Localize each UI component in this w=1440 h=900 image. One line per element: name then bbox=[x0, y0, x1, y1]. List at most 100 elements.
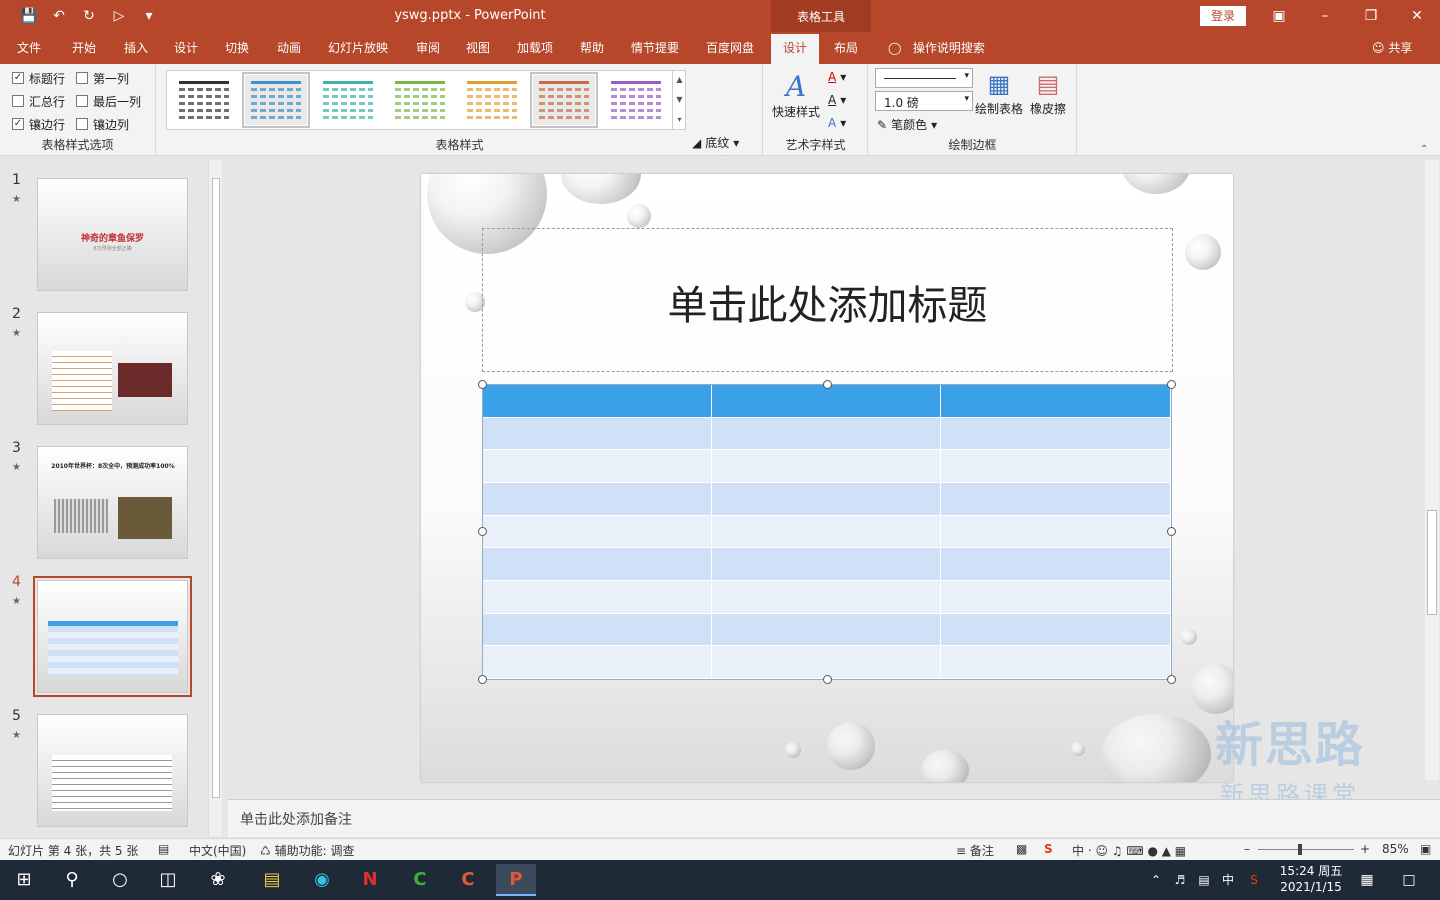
tab-animations[interactable]: 动画 bbox=[267, 32, 311, 64]
table-style-swatch[interactable] bbox=[530, 72, 598, 128]
slide-thumbnail-1[interactable]: 神奇的章鱼保罗 8次预测全部正确 bbox=[37, 178, 188, 291]
tab-view[interactable]: 视图 bbox=[456, 32, 500, 64]
table-cell[interactable] bbox=[483, 385, 712, 417]
green-c-app-icon[interactable]: C bbox=[400, 864, 440, 896]
tab-storyboard[interactable]: 情节提要 bbox=[624, 32, 686, 64]
fit-slide-icon[interactable]: ▣ bbox=[1420, 842, 1431, 856]
table-cell[interactable] bbox=[483, 646, 712, 678]
table-cell[interactable] bbox=[941, 581, 1171, 613]
table-cell[interactable] bbox=[712, 385, 941, 417]
table-cell[interactable] bbox=[941, 613, 1171, 646]
ime-toolbar[interactable]: 中 ‧ ☺ ♫ ⌨ ● ▲ ▦ bbox=[1072, 842, 1186, 859]
notification-badge-icon[interactable]: ▦ bbox=[1352, 864, 1382, 896]
tab-slideshow[interactable]: 幻灯片放映 bbox=[322, 32, 394, 64]
cortana-icon[interactable]: ○ bbox=[100, 864, 140, 896]
resize-handle-top[interactable] bbox=[823, 380, 832, 389]
table-cell[interactable] bbox=[712, 613, 941, 646]
slide-thumbnail-3[interactable]: 2010年世界杯：8次全中，预测成功率100% bbox=[37, 446, 188, 559]
text-fill-button[interactable]: A ▾ bbox=[828, 70, 846, 84]
ime-indicator[interactable]: 中 bbox=[1216, 864, 1240, 896]
powerpoint-taskbar-icon[interactable]: P bbox=[496, 864, 536, 896]
header-row-checkbox[interactable]: ✓ 标题行 bbox=[12, 69, 65, 87]
accessibility-checker[interactable]: ♺ 辅助功能: 调查 bbox=[260, 842, 354, 859]
table-style-swatch[interactable] bbox=[173, 75, 235, 125]
eraser-button[interactable]: ▤ 橡皮擦 bbox=[1030, 70, 1066, 117]
slide-thumbnail-5[interactable] bbox=[37, 714, 188, 827]
file-explorer-icon[interactable]: ▤ bbox=[252, 864, 292, 896]
table-cell[interactable] bbox=[483, 548, 712, 580]
zoom-out-icon[interactable]: – bbox=[1244, 842, 1250, 856]
volume-icon[interactable]: ♬ bbox=[1168, 864, 1192, 896]
action-center-icon[interactable]: □ bbox=[1394, 864, 1424, 896]
slide-scrollbar[interactable] bbox=[1425, 160, 1439, 780]
sogou-ime-icon[interactable]: S bbox=[1044, 842, 1053, 856]
last-column-checkbox[interactable]: 最后一列 bbox=[76, 92, 141, 110]
banded-rows-checkbox[interactable]: ✓ 镶边行 bbox=[12, 115, 65, 133]
resize-handle-bottom[interactable] bbox=[823, 675, 832, 684]
notes-pane[interactable]: 单击此处添加备注 bbox=[228, 799, 1440, 837]
tab-insert[interactable]: 插入 bbox=[114, 32, 158, 64]
tab-design[interactable]: 设计 bbox=[164, 32, 208, 64]
text-outline-button[interactable]: A ▾ bbox=[828, 93, 846, 107]
share-button[interactable]: ☺ 共享 bbox=[1372, 32, 1412, 64]
table-style-swatch[interactable] bbox=[317, 75, 379, 125]
n-app-icon[interactable]: N bbox=[350, 864, 390, 896]
network-icon[interactable]: ▤ bbox=[1192, 864, 1216, 896]
zoom-slider-thumb[interactable] bbox=[1298, 844, 1302, 855]
table-cell[interactable] bbox=[712, 548, 941, 580]
close-icon[interactable]: ✕ bbox=[1394, 0, 1440, 32]
table-cell[interactable] bbox=[941, 450, 1171, 482]
tab-home[interactable]: 开始 bbox=[62, 32, 106, 64]
tab-help[interactable]: 帮助 bbox=[570, 32, 614, 64]
zoom-level[interactable]: 85% bbox=[1382, 842, 1409, 856]
table-cell[interactable] bbox=[712, 581, 941, 613]
tab-addins[interactable]: 加载项 bbox=[510, 32, 560, 64]
text-effects-button[interactable]: A ▾ bbox=[828, 116, 846, 130]
spelling-icon[interactable]: ▤ bbox=[158, 842, 169, 856]
restore-icon[interactable]: ❐ bbox=[1348, 0, 1394, 32]
zoom-slider[interactable] bbox=[1258, 844, 1354, 855]
scrollbar-thumb[interactable] bbox=[212, 178, 220, 798]
windows-start-icon[interactable]: ⊞ bbox=[4, 864, 44, 896]
pinwheel-app-icon[interactable]: ❀ bbox=[198, 864, 238, 896]
table-cell[interactable] bbox=[941, 515, 1171, 548]
table-style-swatch[interactable] bbox=[461, 75, 523, 125]
slide-thumbnail-4[interactable] bbox=[33, 576, 192, 697]
search-icon[interactable]: ⚲ bbox=[52, 864, 92, 896]
table-cell[interactable] bbox=[712, 450, 941, 482]
collapse-ribbon-icon[interactable]: ⌃ bbox=[1420, 144, 1428, 155]
resize-handle-bottom-left[interactable] bbox=[478, 675, 487, 684]
table-cell[interactable] bbox=[712, 417, 941, 450]
table-style-swatch[interactable] bbox=[605, 75, 667, 125]
table-cell[interactable] bbox=[941, 385, 1171, 417]
table-cell[interactable] bbox=[483, 581, 712, 613]
table-style-swatch[interactable] bbox=[242, 72, 310, 128]
task-view-icon[interactable]: ◫ bbox=[148, 864, 188, 896]
resize-handle-bottom-right[interactable] bbox=[1167, 675, 1176, 684]
thumbnail-scrollbar[interactable] bbox=[208, 160, 222, 836]
table-cell[interactable] bbox=[712, 483, 941, 515]
table-style-swatch[interactable] bbox=[389, 75, 451, 125]
login-button[interactable]: 登录 bbox=[1200, 6, 1246, 26]
zoom-in-icon[interactable]: + bbox=[1360, 842, 1370, 856]
table-cell[interactable] bbox=[483, 417, 712, 450]
resize-handle-right[interactable] bbox=[1167, 527, 1176, 536]
slide-thumbnail-2[interactable] bbox=[37, 312, 188, 425]
gallery-scroll[interactable]: ▲ ▼ ▾ bbox=[672, 70, 686, 130]
edge-browser-icon[interactable]: ◉ bbox=[302, 864, 342, 896]
title-placeholder[interactable]: 单击此处添加标题 bbox=[482, 228, 1173, 372]
tab-table-layout[interactable]: 布局 bbox=[823, 32, 869, 64]
resize-handle-left[interactable] bbox=[478, 527, 487, 536]
pen-style-select[interactable]: ▾ bbox=[875, 68, 973, 88]
taskbar-clock[interactable]: 15:24 周五 2021/1/15 bbox=[1276, 863, 1346, 895]
quick-styles-button[interactable]: A 快速样式 bbox=[772, 70, 820, 120]
resize-handle-top-right[interactable] bbox=[1167, 380, 1176, 389]
slide-table[interactable] bbox=[482, 384, 1172, 680]
table-cell[interactable] bbox=[483, 613, 712, 646]
language-indicator[interactable]: 中文(中国) bbox=[189, 842, 246, 859]
tab-baidu-netdisk[interactable]: 百度网盘 bbox=[698, 32, 762, 64]
tell-me-search[interactable]: ◯ 操作说明搜索 bbox=[888, 32, 985, 64]
table-cell[interactable] bbox=[712, 515, 941, 548]
total-row-checkbox[interactable]: 汇总行 bbox=[12, 92, 65, 110]
table-cell[interactable] bbox=[483, 450, 712, 482]
